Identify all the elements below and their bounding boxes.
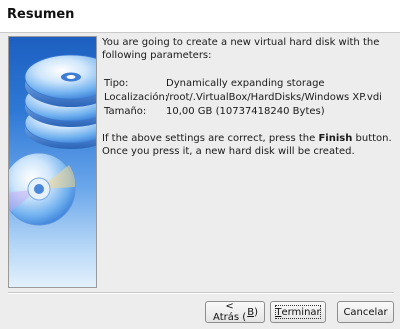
stacked-disks-icon	[9, 54, 96, 226]
back-label-suffix: )	[254, 306, 258, 318]
back-mnemonic: B	[247, 306, 255, 318]
back-button[interactable]: < Atrás (B)	[205, 301, 265, 323]
param-row-location: Localización: /root/.VirtualBox/HardDisk…	[104, 91, 394, 105]
dialog-header: Resumen	[0, 0, 400, 33]
finish-label-rest: erminar	[281, 306, 321, 318]
back-label-prefix: < Atrás (	[213, 301, 247, 323]
param-value: /root/.VirtualBox/HardDisks/Windows XP.v…	[166, 92, 382, 103]
param-row-size: Tamaño: 10,00 GB (10737418240 Bytes)	[104, 105, 394, 119]
cancel-button[interactable]: Cancelar	[337, 301, 394, 323]
confirm-text-start: If the above settings are correct, press…	[102, 133, 319, 144]
intro-text: You are going to create a new virtual ha…	[102, 37, 380, 61]
finish-button[interactable]: Terminar	[270, 301, 326, 323]
focus-ring: Terminar	[275, 305, 321, 319]
param-value: 10,00 GB (10737418240 Bytes)	[166, 106, 325, 117]
parameters-list: Tipo: Dynamically expanding storage Loca…	[104, 77, 394, 119]
page-title: Resumen	[7, 7, 75, 22]
summary-panel: You are going to create a new virtual ha…	[102, 36, 394, 168]
param-label: Tamaño:	[104, 106, 147, 117]
confirm-text: If the above settings are correct, press…	[102, 132, 394, 158]
param-label: Tipo:	[104, 78, 129, 89]
wizard-banner	[8, 36, 97, 288]
param-label: Localización:	[104, 92, 169, 103]
param-value: Dynamically expanding storage	[166, 78, 325, 89]
confirm-finish-word: Finish	[318, 133, 353, 144]
footer-separator	[8, 292, 394, 294]
param-row-type: Tipo: Dynamically expanding storage	[104, 77, 394, 91]
